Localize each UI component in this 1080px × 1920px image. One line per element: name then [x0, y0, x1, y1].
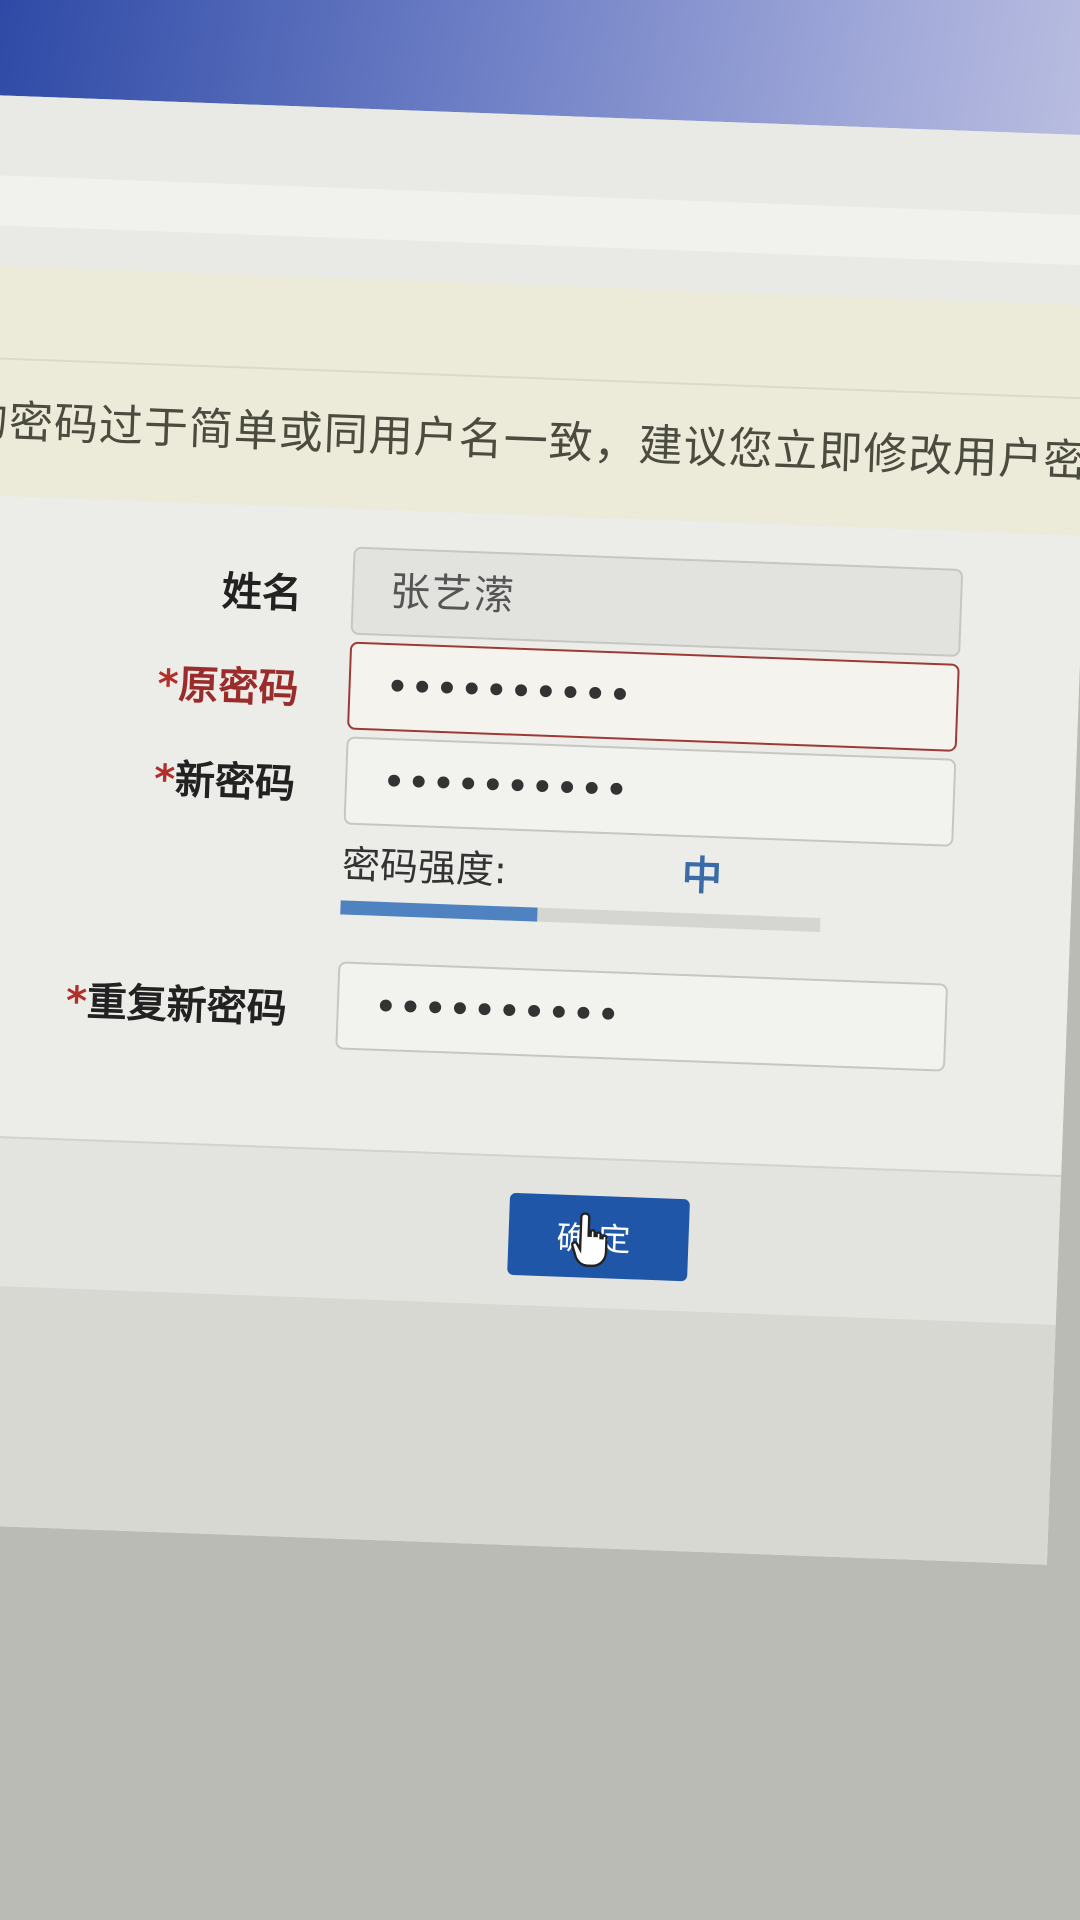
password-strength-value: 中 [681, 852, 723, 901]
repeat-password-input[interactable]: •••••••••• [335, 961, 949, 1072]
warning-message: 的密码过于简单或同用户名一致，建议您立即修改用户密码! [0, 395, 1080, 490]
new-password-input[interactable]: •••••••••• [343, 736, 957, 847]
name-label: 姓名 [221, 559, 303, 620]
required-mark: * [156, 661, 180, 709]
password-strength-bar [340, 900, 821, 932]
new-password-label: *新密码 [153, 746, 296, 809]
repeat-password-label: *重复新密码 [65, 968, 288, 1034]
new-password-label-text: 新密码 [174, 757, 296, 808]
warning-title: ! [0, 285, 7, 337]
old-password-input[interactable]: •••••••••• [346, 641, 960, 752]
password-strength-fill [340, 900, 538, 922]
old-password-label: *原密码 [157, 652, 300, 715]
repeat-password-label-text: 重复新密码 [85, 979, 288, 1033]
hand-pointer-icon [570, 1212, 608, 1268]
old-password-label-text: 原密码 [177, 662, 300, 713]
page-lower-area [0, 1284, 1056, 1565]
required-mark: * [65, 978, 88, 1026]
change-password-form: 姓名 张艺潆 *原密码 •••••••••• *新密码 •••••••••• 密… [0, 494, 1080, 1175]
warning-panel: ! 的密码过于简单或同用户名一致，建议您立即修改用户密码! [0, 264, 1080, 538]
name-label-text: 姓名 [221, 568, 303, 618]
screen: ! 的密码过于简单或同用户名一致，建议您立即修改用户密码! 姓名 张艺潆 *原密… [0, 95, 1080, 1565]
required-mark: * [153, 756, 176, 804]
name-field: 张艺潆 [350, 546, 964, 657]
password-strength-label: 密码强度: [341, 842, 508, 893]
top-bar-strip [0, 174, 1080, 266]
